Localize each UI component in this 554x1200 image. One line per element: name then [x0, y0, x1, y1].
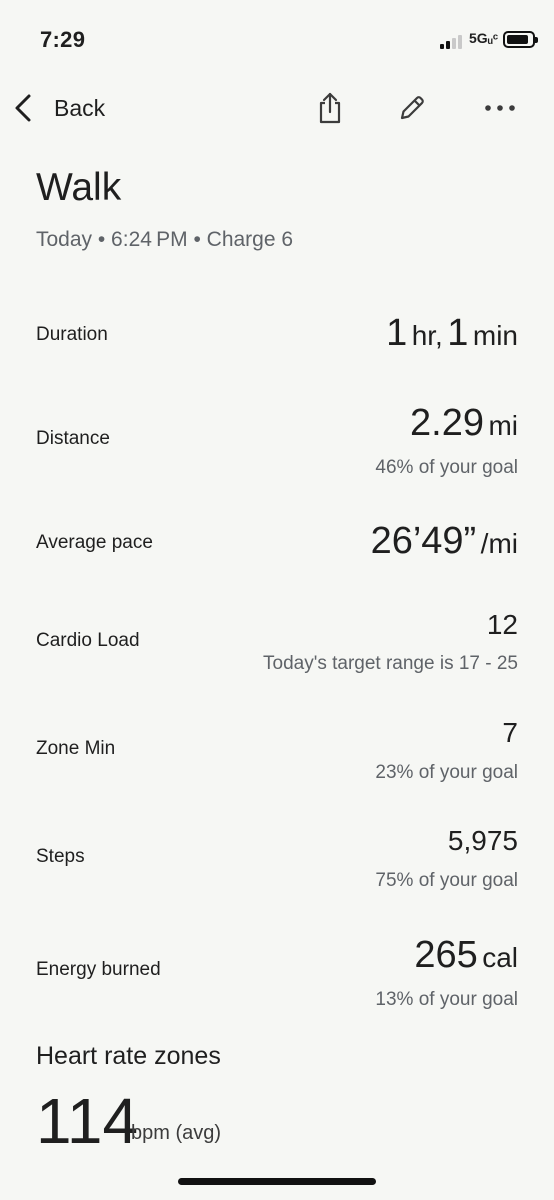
heart-rate-title: Heart rate zones: [36, 1042, 221, 1070]
home-indicator[interactable]: [178, 1178, 376, 1185]
energy-unit: cal: [482, 942, 518, 973]
heart-rate-value: 114: [36, 1085, 139, 1157]
distance-number: 2.29: [410, 402, 484, 444]
signal-icon: [440, 33, 464, 49]
steps-label: Steps: [36, 846, 85, 867]
activity-title: Walk: [36, 166, 122, 209]
network-label: 5Gᵤᶜ: [469, 30, 499, 46]
screen: 7:29 5Gᵤᶜ Back Walk Today • 6:24 PM • Ch…: [0, 0, 554, 1200]
back-label: Back: [54, 94, 106, 121]
pace-value: 26’49” /mi: [371, 520, 518, 563]
steps-value: 5,975: [447, 825, 518, 856]
share-button[interactable]: [310, 88, 350, 128]
distance-goal: 46% of your goal: [375, 457, 518, 478]
status-bar: 7:29 5Gᵤᶜ: [0, 0, 554, 80]
edit-pencil-icon: [400, 96, 424, 120]
duration-minutes-unit: min: [472, 320, 518, 351]
status-time: 7:29: [40, 27, 86, 52]
pace-label: Average pace: [36, 532, 153, 553]
activity-subtitle: Today • 6:24 PM • Charge 6: [36, 228, 294, 251]
heart-rate-unit: bpm (avg): [131, 1122, 222, 1144]
distance-label: Distance: [36, 428, 110, 449]
share-icon: [319, 92, 341, 124]
energy-goal: 13% of your goal: [375, 989, 518, 1010]
energy-value: 265 cal: [414, 934, 518, 977]
zone-min-goal: 23% of your goal: [375, 762, 518, 783]
energy-label: Energy burned: [36, 959, 161, 980]
distance-unit: mi: [488, 410, 518, 441]
pace-number: 26’49”: [370, 520, 477, 562]
zone-min-value: 7: [502, 717, 518, 748]
chevron-left-icon: [15, 94, 31, 122]
cardio-load-target: Today's target range is 17 - 25: [263, 653, 518, 674]
pace-unit: /mi: [480, 528, 518, 559]
duration-minutes: 1: [447, 312, 469, 354]
energy-number: 265: [414, 934, 478, 976]
edit-button[interactable]: [392, 88, 432, 128]
cardio-load-value: 12: [486, 609, 518, 640]
distance-value: 2.29 mi: [410, 402, 518, 445]
cardio-load-label: Cardio Load: [36, 630, 140, 651]
duration-label: Duration: [36, 324, 108, 345]
duration-hours-unit: hr,: [411, 320, 443, 351]
more-horizontal-icon: [485, 105, 515, 111]
duration-value: 1 hr, 1 min: [386, 312, 518, 355]
back-button[interactable]: Back: [12, 88, 105, 128]
duration-hours: 1: [386, 312, 408, 354]
steps-goal: 75% of your goal: [375, 870, 518, 891]
zone-min-label: Zone Min: [36, 738, 116, 759]
battery-icon: [503, 31, 538, 48]
more-options-button[interactable]: [480, 88, 520, 128]
